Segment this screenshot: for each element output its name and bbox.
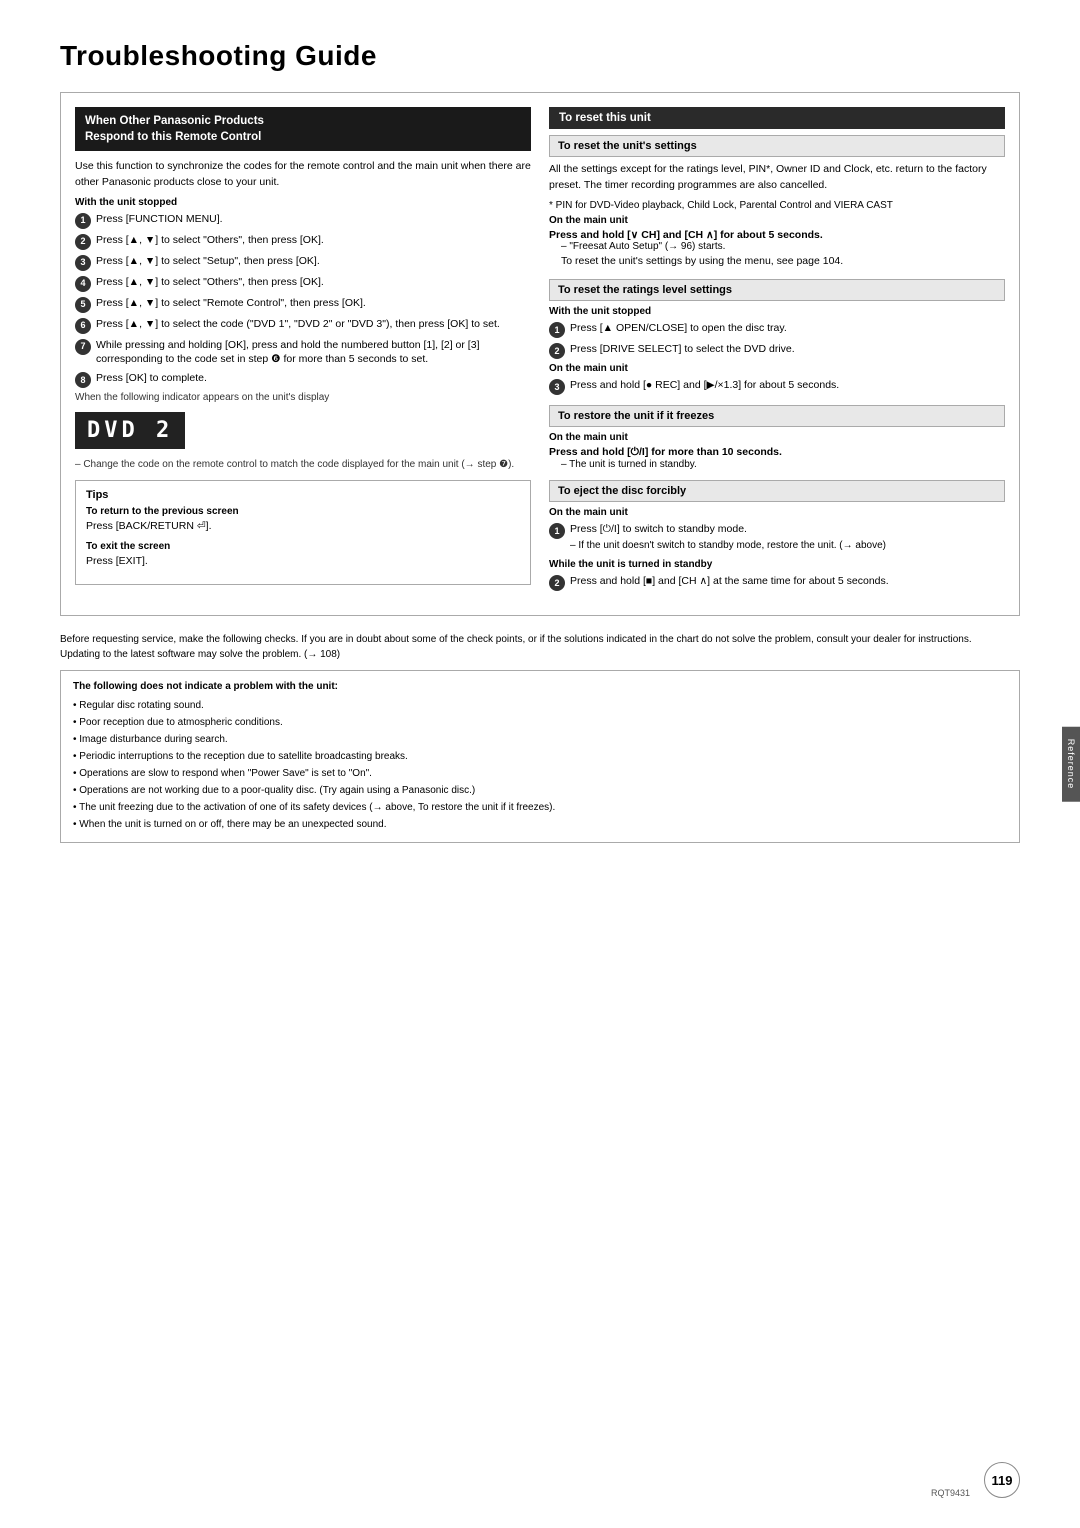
warning-item: • Regular disc rotating sound. [73,698,1007,713]
eject-step-list-2: 2 Press and hold [■] and [CH ∧] at the s… [549,574,1005,591]
ratings-num-2: 2 [549,343,565,359]
model-code: RQT9431 [931,1488,970,1498]
reset-unit-instruction: Press and hold [∨ CH] and [CH ∧] for abo… [549,229,1005,241]
step-num-6: 6 [75,318,91,334]
warning-title: The following does not indicate a proble… [73,679,1007,694]
page-number: 119 [984,1462,1020,1498]
ratings-step-2: 2 Press [DRIVE SELECT] to select the DVD… [549,342,1005,359]
step-1: 1 Press [FUNCTION MENU]. [75,212,531,229]
while-standby: While the unit is turned in standby [549,559,1005,570]
warning-box: The following does not indicate a proble… [60,670,1020,843]
on-main-unit-1: On the main unit [549,215,1005,226]
change-note: – Change the code on the remote control … [75,459,531,470]
ratings-step-list: 1 Press [▲ OPEN/CLOSE] to open the disc … [549,321,1005,359]
freeze-instruction: Press and hold [⏻/I] for more than 10 se… [549,446,1005,459]
with-unit-stopped-2: With the unit stopped [549,306,1005,317]
ratings-step-3: 3 Press and hold [● REC] and [▶/×1.3] fo… [549,378,1005,395]
before-text: Before requesting service, make the foll… [60,632,1020,647]
restore-freeze-section: To restore the unit if it freezes On the… [549,405,1005,470]
step-num-4: 4 [75,276,91,292]
step-num-3: 3 [75,255,91,271]
eject-disc-section: To eject the disc forcibly On the main u… [549,480,1005,591]
on-main-unit-4: On the main unit [549,507,1005,518]
with-unit-stopped-label: With the unit stopped [75,197,531,208]
ratings-step-list-2: 3 Press and hold [● REC] and [▶/×1.3] fo… [549,378,1005,395]
warning-item: • When the unit is turned on or off, the… [73,817,1007,832]
step-num-5: 5 [75,297,91,313]
on-main-unit-3: On the main unit [549,432,1005,443]
reset-settings-section: To reset the unit's settings All the set… [549,135,1005,269]
reset-ratings-section: To reset the ratings level settings With… [549,279,1005,395]
step-8: 8 Press [OK] to complete. [75,371,531,388]
reset-title: To reset this unit [549,107,1005,129]
step-5: 5 Press [▲, ▼] to select "Remote Control… [75,296,531,313]
eject-num-1: 1 [549,523,565,539]
right-column: To reset this unit To reset the unit's s… [549,107,1005,601]
eject-num-2: 2 [549,575,565,591]
warning-item: • Image disturbance during search. [73,732,1007,747]
left-column: When Other Panasonic Products Respond to… [75,107,531,601]
left-step-list: 1 Press [FUNCTION MENU]. 2 Press [▲, ▼] … [75,212,531,388]
left-intro: Use this function to synchronize the cod… [75,159,531,191]
warning-item: • Operations are not working due to a po… [73,783,1007,798]
update-note: Updating to the latest software may solv… [60,647,1020,662]
reset-menu-note: To reset the unit's settings by using th… [549,254,1005,270]
on-main-unit-2: On the main unit [549,363,1005,374]
step-num-8: 8 [75,372,91,388]
ratings-num-1: 1 [549,322,565,338]
subsection2-header: To reset the ratings level settings [549,279,1005,301]
page-title: Troubleshooting Guide [60,40,1020,72]
tips-return-label: To return to the previous screen [86,506,520,517]
tips-exit-label: To exit the screen [86,541,520,552]
tips-box: Tips To return to the previous screen Pr… [75,480,531,585]
bottom-section: Before requesting service, make the foll… [60,632,1020,843]
tips-exit-text: Press [EXIT]. [86,554,520,570]
warning-list: • Regular disc rotating sound. • Poor rec… [73,698,1007,832]
tips-return-text: Press [BACK/RETURN ⏎]. [86,519,520,535]
eject-step-2: 2 Press and hold [■] and [CH ∧] at the s… [549,574,1005,591]
freeze-note: – The unit is turned in standby. [549,459,1005,470]
display-note: When the following indicator appears on … [75,392,531,403]
step-num-2: 2 [75,234,91,250]
warning-item: • Operations are slow to respond when "P… [73,766,1007,781]
reference-tab: Reference [1062,727,1080,802]
eject-step-1: 1 Press [⏻/I] to switch to standby mode.… [549,522,1005,555]
eject-step-list: 1 Press [⏻/I] to switch to standby mode.… [549,522,1005,555]
step-4: 4 Press [▲, ▼] to select "Others", then … [75,275,531,292]
ratings-step-1: 1 Press [▲ OPEN/CLOSE] to open the disc … [549,321,1005,338]
subsection1-body: All the settings except for the ratings … [549,162,1005,194]
step-7: 7 While pressing and holding [OK], press… [75,338,531,367]
subsection1-header: To reset the unit's settings [549,135,1005,157]
tips-title: Tips [86,489,520,501]
warning-item: • Poor reception due to atmospheric cond… [73,715,1007,730]
warning-item: • The unit freezing due to the activatio… [73,800,1007,815]
subsection3-header: To restore the unit if it freezes [549,405,1005,427]
subsection4-header: To eject the disc forcibly [549,480,1005,502]
dvd-display: DVD 2 [75,412,185,449]
step-3: 3 Press [▲, ▼] to select "Setup", then p… [75,254,531,271]
step-2: 2 Press [▲, ▼] to select "Others", then … [75,233,531,250]
step-num-7: 7 [75,339,91,355]
ratings-num-3: 3 [549,379,565,395]
freesat-note: – "Freesat Auto Setup" (→ 96) starts. [549,241,1005,252]
main-content-box: When Other Panasonic Products Respond to… [60,92,1020,616]
step-num-1: 1 [75,213,91,229]
asterisk-note: * PIN for DVD-Video playback, Child Lock… [549,200,1005,211]
eject-if-note: – If the unit doesn't switch to standby … [570,539,886,553]
left-panel-header: When Other Panasonic Products Respond to… [75,107,531,151]
warning-item: • Periodic interruptions to the receptio… [73,749,1007,764]
step-6: 6 Press [▲, ▼] to select the code ("DVD … [75,317,531,334]
